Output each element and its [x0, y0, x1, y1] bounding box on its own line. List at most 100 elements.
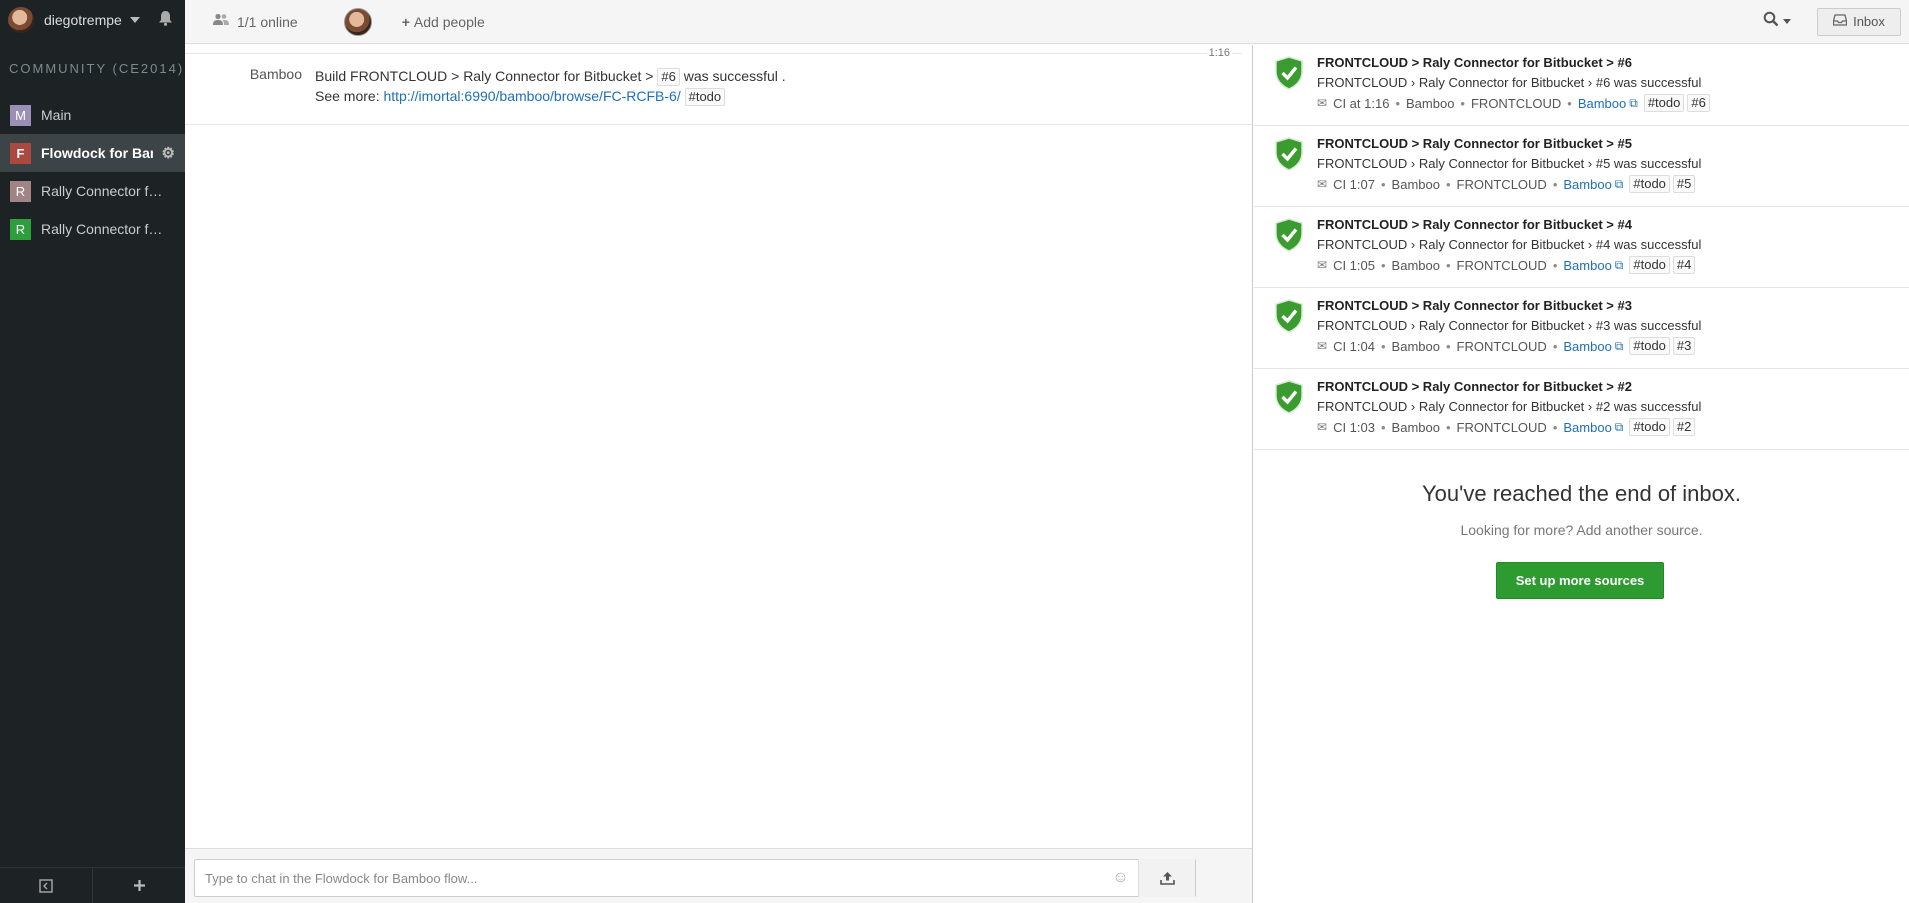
meta-project: FRONTCLOUD	[1456, 176, 1547, 192]
envelope-icon: ✉	[1317, 420, 1328, 434]
envelope-icon: ✉	[1317, 177, 1328, 191]
message-timestamp: 1:16	[1206, 47, 1232, 59]
chevron-down-icon	[1783, 19, 1791, 24]
end-of-inbox-subtitle: Looking for more? Add another source.	[1460, 522, 1703, 538]
see-more-label: See more:	[315, 88, 380, 104]
meta-time: CI 1:05	[1333, 257, 1375, 273]
gear-icon[interactable]: ⚙	[162, 144, 175, 162]
external-link-icon: ⧉	[1629, 95, 1638, 110]
inbox-item-title: FRONTCLOUD > Raly Connector for Bitbucke…	[1317, 136, 1632, 151]
bell-icon[interactable]	[158, 10, 173, 31]
shield-check-icon	[1275, 218, 1303, 252]
tag[interactable]: #todo	[1629, 256, 1670, 274]
add-people-label: Add people	[413, 13, 485, 30]
sidebar-footer	[0, 867, 185, 903]
sidebar: diegotrempe COMMUNITY (CE2014) EDI M Mai…	[0, 0, 185, 903]
sidebar-flow-main[interactable]: M Main	[0, 96, 185, 134]
search-button[interactable]	[1763, 11, 1791, 32]
todo-tag[interactable]: #todo	[684, 88, 726, 106]
external-link-icon: ⧉	[1614, 419, 1624, 434]
meta-link[interactable]: Bamboo ⧉	[1578, 96, 1638, 111]
emoji-icon[interactable]: ☺	[1103, 859, 1139, 897]
meta-link[interactable]: Bamboo ⧉	[1563, 177, 1623, 192]
inbox-item-desc: FRONTCLOUD › Raly Connector for Bitbucke…	[1317, 237, 1702, 252]
online-count: 1/1 online	[237, 13, 298, 30]
upload-icon[interactable]	[1139, 859, 1195, 897]
meta-source: Bamboo	[1406, 95, 1455, 111]
message-line-1: Build FRONTCLOUD > Raly Connector for Bi…	[315, 66, 786, 86]
flow-label: Flowdock for Bamboo	[41, 145, 153, 161]
inbox-item[interactable]: FRONTCLOUD > Raly Connector for Bitbucke…	[1254, 126, 1909, 207]
sidebar-flow-rally-connector-2[interactable]: R Rally Connector for Bitbucket	[0, 210, 185, 248]
inbox-item[interactable]: FRONTCLOUD > Raly Connector for Bitbucke…	[1254, 207, 1909, 288]
meta-time: CI at 1:16	[1333, 95, 1390, 111]
time-divider	[185, 53, 1242, 54]
chevron-down-icon	[129, 17, 140, 23]
user-menu[interactable]: diegotrempe	[0, 0, 185, 40]
meta-time: CI 1:03	[1333, 419, 1375, 435]
inbox-panel: FRONTCLOUD > Raly Connector for Bitbucke…	[1254, 45, 1909, 903]
tag[interactable]: #6	[1687, 94, 1710, 112]
tag[interactable]: #todo	[1629, 337, 1670, 355]
inbox-item-title: FRONTCLOUD > Raly Connector for Bitbucke…	[1317, 55, 1632, 70]
add-people-button[interactable]: + Add people	[402, 14, 485, 30]
inbox-item-meta: ✉ CI 1:04 • Bamboo • FRONTCLOUD • Bamboo ⧉ …	[1317, 337, 1698, 355]
message-prefix: Build FRONTCLOUD > Raly Connector for Bi…	[315, 68, 654, 84]
envelope-icon: ✉	[1317, 339, 1328, 353]
flow-badge: R	[10, 180, 31, 202]
inbox-item-title: FRONTCLOUD > Raly Connector for Bitbucke…	[1317, 298, 1632, 313]
people-icon	[213, 13, 229, 30]
chat-message: 1:16 Bamboo Build FRONTCLOUD > Raly Conn…	[185, 45, 1252, 125]
inbox-item-meta: ✉ CI 1:07 • Bamboo • FRONTCLOUD • Bamboo ⧉ …	[1317, 175, 1698, 193]
message-body: Build FRONTCLOUD > Raly Connector for Bi…	[315, 66, 786, 106]
message-line-2: See more: http://imortal:6990/bamboo/bro…	[315, 86, 786, 106]
build-tag[interactable]: #6	[657, 68, 680, 86]
inbox-item[interactable]: FRONTCLOUD > Raly Connector for Bitbucke…	[1254, 369, 1909, 450]
tag[interactable]: #todo	[1643, 94, 1685, 112]
meta-link[interactable]: Bamboo ⧉	[1563, 258, 1623, 273]
inbox-item-desc: FRONTCLOUD › Raly Connector for Bitbucke…	[1317, 75, 1702, 90]
flow-label: Rally Connector for Bitbucket	[41, 183, 169, 199]
message-author[interactable]: Bamboo	[185, 66, 302, 82]
tag[interactable]: #4	[1672, 256, 1696, 274]
sidebar-flow-flowdock-for-bamboo[interactable]: F Flowdock for Bamboo ⚙	[0, 134, 185, 172]
search-icon	[1763, 11, 1779, 32]
inbox-toggle-button[interactable]: Inbox	[1817, 7, 1901, 36]
meta-source: Bamboo	[1391, 338, 1440, 354]
meta-link[interactable]: Bamboo ⧉	[1563, 420, 1623, 435]
tag[interactable]: #todo	[1629, 418, 1670, 436]
meta-source: Bamboo	[1391, 257, 1440, 273]
add-flow-icon[interactable]	[93, 868, 185, 903]
flow-label: Main	[41, 107, 72, 123]
tag[interactable]: #3	[1672, 337, 1696, 355]
message-suffix: was successful .	[683, 68, 786, 84]
inbox-item-desc: FRONTCLOUD › Raly Connector for Bitbucke…	[1317, 318, 1702, 333]
member-avatar[interactable]	[343, 7, 372, 36]
external-link-icon: ⧉	[1614, 257, 1624, 272]
sidebar-flow-rally-connector-1[interactable]: R Rally Connector for Bitbucket	[0, 172, 185, 210]
collapse-sidebar-icon[interactable]	[0, 868, 93, 903]
tag[interactable]: #todo	[1629, 175, 1670, 193]
inbox-item[interactable]: FRONTCLOUD > Raly Connector for Bitbucke…	[1254, 288, 1909, 369]
chat-input[interactable]	[195, 870, 1103, 886]
meta-source: Bamboo	[1391, 419, 1440, 435]
tag[interactable]: #2	[1672, 418, 1696, 436]
set-up-sources-button[interactable]: Set up more sources	[1496, 562, 1664, 599]
org-header: COMMUNITY (CE2014) EDI	[9, 60, 185, 76]
inbox-item[interactable]: FRONTCLOUD > Raly Connector for Bitbucke…	[1254, 45, 1909, 126]
shield-check-icon	[1275, 299, 1303, 333]
online-users[interactable]: 1/1 online	[213, 13, 298, 30]
inbox-item-meta: ✉ CI 1:05 • Bamboo • FRONTCLOUD • Bamboo ⧉ …	[1317, 256, 1698, 274]
meta-source: Bamboo	[1391, 176, 1440, 192]
tag[interactable]: #5	[1672, 175, 1696, 193]
external-link-icon: ⧉	[1614, 176, 1624, 191]
flow-badge: F	[10, 142, 31, 164]
inbox-item-title: FRONTCLOUD > Raly Connector for Bitbucke…	[1317, 379, 1632, 394]
shield-check-icon	[1275, 137, 1303, 171]
build-link[interactable]: http://imortal:6990/bamboo/browse/FC-RCF…	[383, 88, 680, 104]
meta-link[interactable]: Bamboo ⧉	[1563, 339, 1623, 354]
flow-badge: M	[10, 104, 31, 126]
end-of-inbox-title: You've reached the end of inbox.	[1422, 481, 1741, 506]
meta-project: FRONTCLOUD	[1470, 95, 1562, 111]
inbox-item-title: FRONTCLOUD > Raly Connector for Bitbucke…	[1317, 217, 1632, 232]
